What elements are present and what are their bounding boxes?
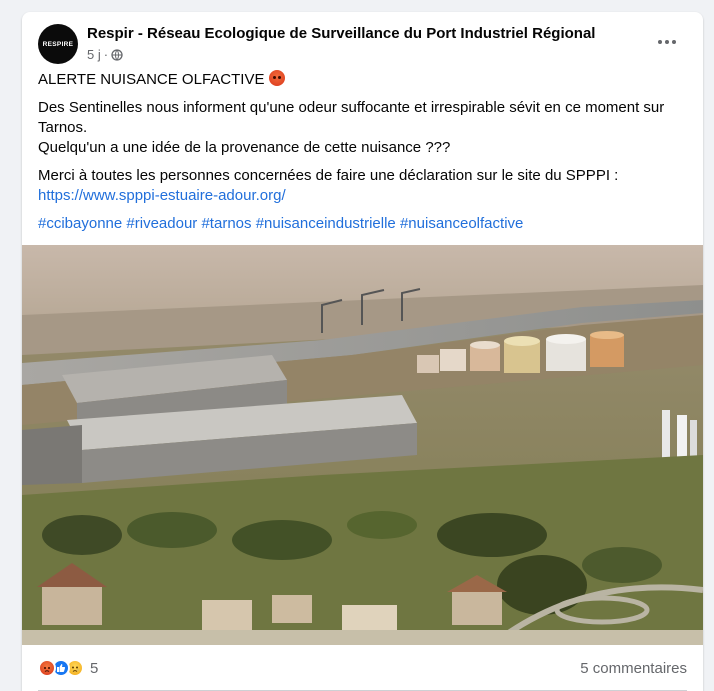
post-card: RESPIRE Respir - Réseau Ecologique de Su… (22, 12, 703, 691)
post-meta: 5 j · (87, 47, 123, 62)
hashtag-link[interactable]: #nuisanceindustrielle (256, 215, 396, 232)
post-body: ALERTE NUISANCE OLFACTIVE Des Sentinelle… (38, 70, 678, 242)
post-photo[interactable] (22, 245, 703, 645)
alert-line: ALERTE NUISANCE OLFACTIVE (38, 70, 678, 90)
post-timestamp[interactable]: 5 j (87, 47, 101, 62)
dot-icon (665, 40, 669, 44)
post-header: RESPIRE Respir - Réseau Ecologique de Su… (38, 24, 687, 68)
declaration-paragraph: Merci à toutes les personnes concernées … (38, 166, 678, 206)
angry-icon (38, 659, 56, 677)
declaration-text: Merci à toutes les personnes concernées … (38, 167, 619, 184)
spppi-link[interactable]: https://www.spppi-estuaire-adour.org/ (38, 187, 286, 204)
hashtag-link[interactable]: #tarnos (201, 215, 251, 232)
message-paragraph: Des Sentinelles nous informent qu'une od… (38, 98, 678, 158)
reaction-count[interactable]: 5 (90, 660, 98, 677)
angry-face-emoji-icon (268, 70, 285, 86)
message-line-2: Quelqu'un a une idée de la provenance de… (38, 139, 451, 156)
alert-text: ALERTE NUISANCE OLFACTIVE (38, 71, 265, 88)
dot-icon (672, 40, 676, 44)
message-line-1: Des Sentinelles nous informent qu'une od… (38, 99, 665, 136)
globe-icon (111, 48, 123, 61)
hashtag-link[interactable]: #riveadour (126, 215, 197, 232)
comments-count-link[interactable]: 5 commentaires (580, 660, 687, 677)
meta-separator: · (103, 47, 109, 62)
post-footer: 5 5 commentaires (38, 653, 687, 683)
page-avatar[interactable]: RESPIRE (38, 24, 78, 64)
dot-icon (658, 40, 662, 44)
more-options-button[interactable] (655, 30, 679, 54)
aerial-industrial-port-photo (22, 245, 703, 645)
hashtag-link[interactable]: #nuisanceolfactive (400, 215, 523, 232)
hashtag-link[interactable]: #ccibayonne (38, 215, 122, 232)
hashtag-list: #ccibayonne #riveadour #tarnos #nuisance… (38, 214, 678, 234)
reaction-summary[interactable]: 5 (38, 659, 98, 677)
page-name-link[interactable]: Respir - Réseau Ecologique de Surveillan… (87, 25, 595, 42)
